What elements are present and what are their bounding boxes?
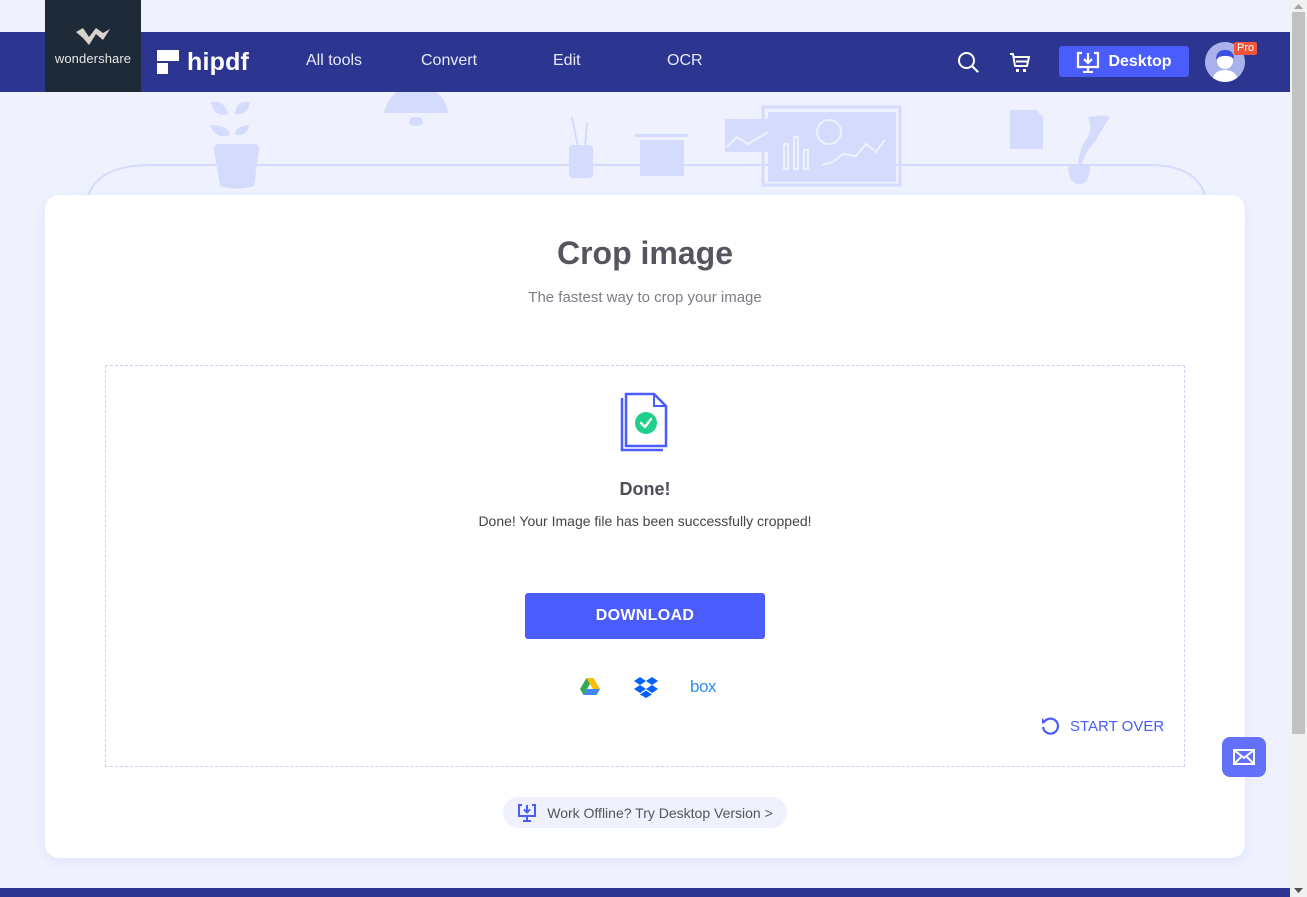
desktop-button-label: Desktop xyxy=(1108,52,1172,70)
pro-badge: Pro xyxy=(1234,42,1258,55)
page-viewport: wondershare hipdf All tools Convert Edit… xyxy=(0,0,1290,897)
desktop-version-label: Work Offline? Try Desktop Version > xyxy=(547,804,773,821)
crop-image-card: Crop image The fastest way to crop your … xyxy=(45,195,1245,858)
search-button[interactable] xyxy=(950,44,986,80)
hipdf-logo-icon xyxy=(157,50,179,74)
hipdf-logo[interactable]: hipdf xyxy=(157,32,249,92)
scroll-up-arrow-icon xyxy=(1294,3,1303,9)
scroll-down-button[interactable] xyxy=(1290,883,1307,897)
wondershare-logo[interactable]: wondershare xyxy=(45,0,141,92)
page-subtitle: The fastest way to crop your image xyxy=(528,289,762,306)
page-scrollbar[interactable] xyxy=(1290,0,1307,897)
save-to-dropbox-button[interactable] xyxy=(633,674,659,700)
page-title: Crop image xyxy=(556,235,734,271)
download-button[interactable]: DOWNLOAD xyxy=(525,593,765,639)
wondershare-label: wondershare xyxy=(54,51,132,66)
box-icon: box xyxy=(690,677,716,696)
status-title: Done! xyxy=(619,479,671,499)
nav-all-tools[interactable]: All tools xyxy=(306,52,362,70)
file-done-icon xyxy=(620,392,668,452)
desktop-download-icon xyxy=(518,803,537,822)
nav-convert[interactable]: Convert xyxy=(421,52,477,70)
dropbox-icon xyxy=(634,677,658,698)
desktop-download-icon xyxy=(1077,51,1100,73)
google-drive-icon xyxy=(580,678,600,695)
save-to-google-drive-button[interactable] xyxy=(577,674,603,700)
wondershare-mark-icon xyxy=(76,28,110,45)
hipdf-brand-name: hipdf xyxy=(187,47,250,76)
cart-icon xyxy=(1010,53,1030,72)
search-icon xyxy=(958,52,979,73)
nav-ocr[interactable]: OCR xyxy=(667,52,703,70)
desktop-download-button[interactable]: Desktop xyxy=(1059,46,1189,77)
status-message: Done! Your Image file has been successfu… xyxy=(478,513,812,529)
restart-icon xyxy=(1041,717,1060,735)
result-panel: Done! Done! Your Image file has been suc… xyxy=(105,365,1185,767)
cart-button[interactable] xyxy=(1002,44,1038,80)
feedback-mail-button[interactable] xyxy=(1222,737,1266,777)
footer-bar xyxy=(0,888,1290,897)
save-to-box-button[interactable]: box xyxy=(688,674,718,700)
vase-shape xyxy=(214,144,259,189)
header-illustration xyxy=(87,92,1206,196)
scroll-up-button[interactable] xyxy=(1290,0,1307,12)
desktop-version-link[interactable]: Work Offline? Try Desktop Version > xyxy=(503,797,787,828)
start-over-button[interactable]: START OVER xyxy=(1040,716,1164,736)
mail-icon xyxy=(1233,749,1255,765)
scrollbar-thumb[interactable] xyxy=(1292,12,1305,734)
start-over-label: START OVER xyxy=(1070,717,1165,735)
nav-edit[interactable]: Edit xyxy=(553,52,581,70)
scroll-down-arrow-icon xyxy=(1294,887,1303,893)
